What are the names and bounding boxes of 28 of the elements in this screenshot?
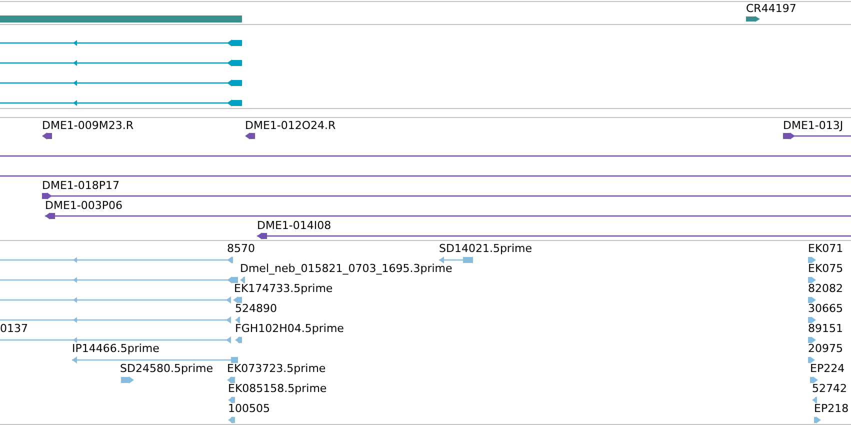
feature-label: DME1-003P06 [45, 199, 123, 212]
feature-label: Dmel_neb_015821_0703_1695.3prime [240, 262, 452, 275]
feature-label: 52742 [812, 382, 847, 395]
feature-label: EK085158.5prime [228, 382, 327, 395]
feature-label: EP224 [810, 362, 845, 375]
feature-label: DME1-012O24.R [245, 119, 336, 132]
feature-label: EK071 [808, 242, 844, 255]
feature-label: SD24580.5prime [120, 362, 213, 375]
feature-label: 30665 [808, 302, 843, 315]
feature-label: 20975 [808, 342, 843, 355]
feature-label: 8570 [227, 242, 255, 255]
feature-label: EP218 [814, 402, 849, 415]
feature-label: DME1-018P17 [42, 179, 120, 192]
feature-label: 82082 [808, 282, 843, 295]
feature-label: DME1-014I08 [257, 219, 332, 232]
feature-label: 524890 [235, 302, 277, 315]
feature-label: 89151 [808, 322, 843, 335]
feature-label: IP14466.5prime [72, 342, 160, 355]
feature-label: DME1-009M23.R [42, 119, 134, 132]
feature-label: EK075 [808, 262, 844, 275]
feature-label: 0137 [0, 322, 28, 335]
feature-label: FGH102H04.5prime [235, 322, 344, 335]
feature-label: DME1-013J [783, 119, 844, 132]
feature-label: CR44197 [746, 2, 796, 15]
feature-label: EK073723.5prime [227, 362, 326, 375]
feature-label: SD14021.5prime [439, 242, 532, 255]
feature-label: 100505 [228, 402, 270, 415]
feature-label: EK174733.5prime [234, 282, 333, 295]
